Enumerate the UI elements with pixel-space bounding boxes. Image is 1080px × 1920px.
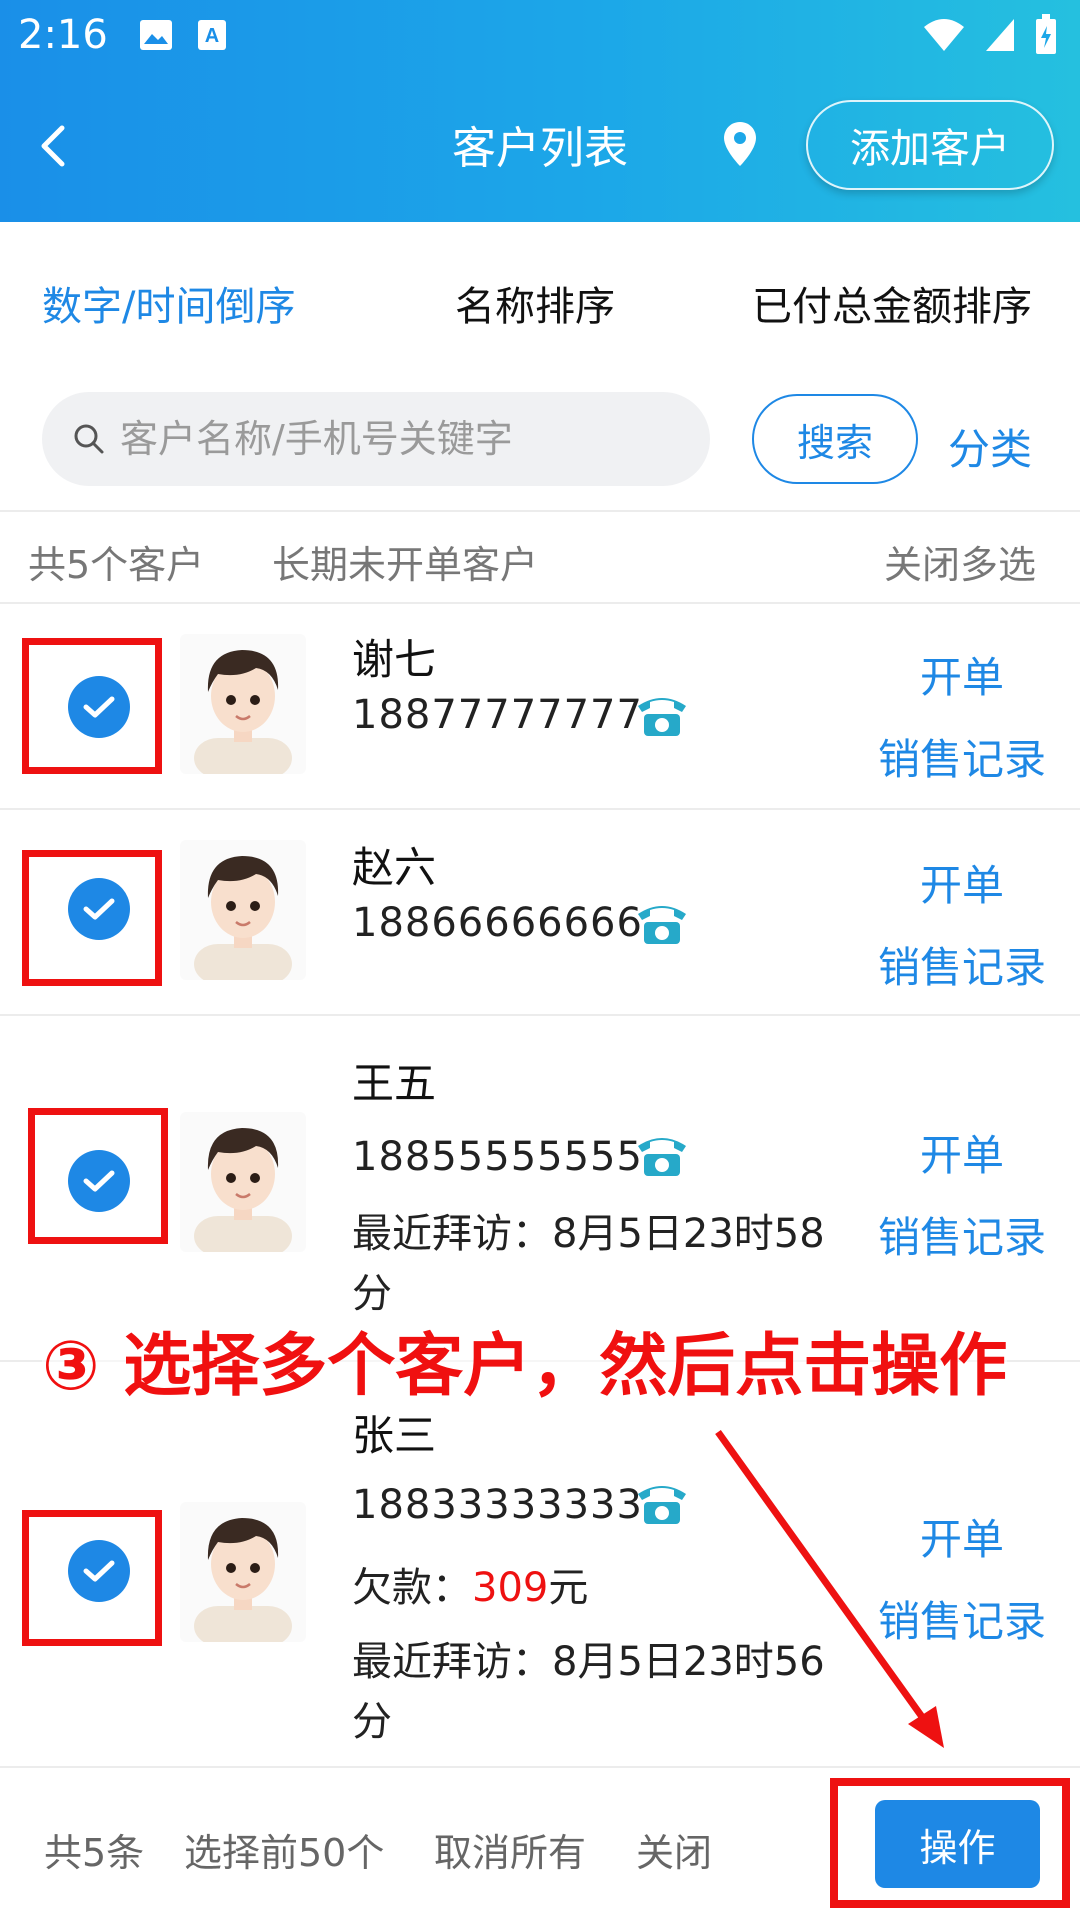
customer-row[interactable]: 赵六 18866666666 开单 销售记录	[0, 810, 1080, 1014]
debt-line: 欠款：309元	[352, 1558, 852, 1618]
sales-record-link[interactable]: 销售记录	[878, 1204, 1046, 1265]
row-checkbox[interactable]	[68, 878, 130, 940]
wifi-icon	[924, 19, 964, 51]
operate-button[interactable]: 操作	[875, 1800, 1040, 1888]
customer-name: 王五	[352, 1059, 437, 1108]
row-checkbox[interactable]	[68, 1150, 130, 1212]
sort-tab-time-desc[interactable]: 数字/时间倒序	[42, 274, 295, 332]
customer-phone: 18877777777	[352, 692, 643, 738]
telephone-icon[interactable]	[634, 690, 690, 738]
close-link[interactable]: 关闭	[636, 1822, 712, 1877]
create-order-link[interactable]: 开单	[920, 1122, 1004, 1183]
customer-phone: 18866666666	[352, 900, 643, 946]
avatar	[180, 634, 306, 774]
customer-row[interactable]: 张三 18833333333 欠款：309元 最近拜访：8月5日23时56分 开…	[0, 1362, 1080, 1766]
create-order-link[interactable]: 开单	[920, 1506, 1004, 1567]
search-row: 搜索 分类	[0, 372, 1080, 512]
search-input[interactable]	[120, 417, 680, 461]
avatar	[180, 1112, 306, 1252]
customer-phone: 18855555555	[352, 1134, 643, 1180]
sales-record-link[interactable]: 销售记录	[878, 1588, 1046, 1649]
inactive-customers-link[interactable]: 长期未开单客户	[272, 534, 538, 589]
checkmark-icon	[83, 1170, 115, 1192]
meta-bar: 共5个客户 长期未开单客户 关闭多选	[0, 512, 1080, 604]
customer-name: 谢七	[352, 635, 437, 684]
checkmark-icon	[83, 696, 115, 718]
customer-name: 张三	[352, 1411, 437, 1460]
sales-record-link[interactable]: 销售记录	[878, 934, 1046, 995]
status-time: 2:16	[18, 12, 108, 58]
last-visit: 最近拜访：8月5日23时56分	[352, 1639, 825, 1745]
select-first-50-link[interactable]: 选择前50个	[184, 1822, 384, 1877]
debt-label: 欠款：	[352, 1565, 472, 1611]
signal-icon	[986, 19, 1014, 51]
customer-row[interactable]: 王五 18855555555 最近拜访：8月5日23时58分 开单 销售记录	[0, 1016, 1080, 1360]
customer-count: 共5个客户	[28, 543, 205, 587]
debt-unit: 元	[548, 1565, 589, 1611]
total-count: 共5条	[44, 1831, 145, 1875]
create-order-link[interactable]: 开单	[920, 852, 1004, 913]
customer-name: 赵六	[352, 843, 437, 892]
search-icon	[74, 424, 104, 454]
app-header: 2:16 A 客户列表 添加客户	[0, 0, 1080, 222]
last-visit: 最近拜访：8月5日23时58分	[352, 1211, 825, 1317]
avatar	[180, 1502, 306, 1642]
avatar	[180, 840, 306, 980]
instruction-annotation: ③ 选择多个客户，然后点击操作	[42, 1310, 1008, 1409]
customer-phone: 18833333333	[352, 1482, 643, 1528]
checkmark-icon	[83, 1560, 115, 1582]
search-box[interactable]	[42, 392, 710, 486]
customer-row[interactable]: 谢七 18877777777 开单 销售记录	[0, 604, 1080, 808]
telephone-icon[interactable]	[634, 1130, 690, 1178]
svg-text:A: A	[205, 25, 219, 47]
text-a-icon: A	[198, 20, 226, 50]
checkmark-icon	[83, 898, 115, 920]
close-multiselect-link[interactable]: 关闭多选	[884, 534, 1036, 589]
search-button[interactable]: 搜索	[752, 394, 918, 484]
cancel-all-link[interactable]: 取消所有	[434, 1822, 586, 1877]
location-pin-icon[interactable]	[720, 120, 760, 168]
gallery-icon	[140, 20, 172, 50]
debt-amount: 309	[472, 1565, 549, 1611]
sort-tab-paid-amount[interactable]: 已付总金额排序	[752, 274, 1032, 332]
sort-bar: 数字/时间倒序 名称排序 已付总金额排序	[0, 222, 1080, 372]
sort-tab-name[interactable]: 名称排序	[455, 274, 615, 332]
battery-icon	[1036, 14, 1056, 54]
add-customer-button[interactable]: 添加客户	[806, 100, 1054, 190]
sales-record-link[interactable]: 销售记录	[878, 726, 1046, 787]
telephone-icon[interactable]	[634, 898, 690, 946]
create-order-link[interactable]: 开单	[920, 644, 1004, 705]
telephone-icon[interactable]	[634, 1478, 690, 1526]
row-checkbox[interactable]	[68, 1540, 130, 1602]
category-link[interactable]: 分类	[948, 416, 1032, 477]
row-checkbox[interactable]	[68, 676, 130, 738]
